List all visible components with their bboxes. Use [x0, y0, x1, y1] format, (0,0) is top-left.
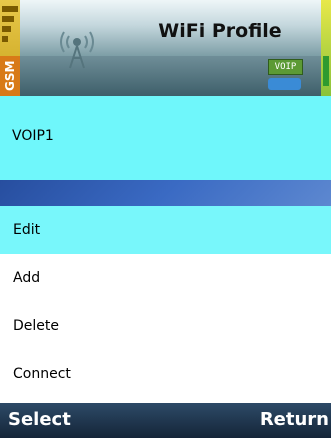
battery-icon: [321, 0, 331, 96]
network-type-label: GSM: [0, 56, 20, 96]
menu-item-edit[interactable]: Edit: [0, 206, 331, 254]
softkey-bar: Select Return: [0, 403, 331, 438]
voip-badge: VOIP: [268, 59, 303, 75]
options-menu: Edit Add Delete Connect: [0, 206, 331, 403]
menu-item-delete[interactable]: Delete: [0, 302, 331, 350]
select-softkey[interactable]: Select: [8, 409, 71, 430]
voip-phone-icon: [268, 78, 301, 90]
menu-item-connect[interactable]: Connect: [0, 350, 331, 398]
wifi-antenna-icon: [60, 31, 94, 69]
divider-band: [0, 180, 331, 206]
profile-name: VOIP1: [12, 128, 54, 144]
return-softkey[interactable]: Return: [260, 409, 329, 430]
menu-item-add[interactable]: Add: [0, 254, 331, 302]
page-title: WiFi Profile: [158, 20, 282, 42]
